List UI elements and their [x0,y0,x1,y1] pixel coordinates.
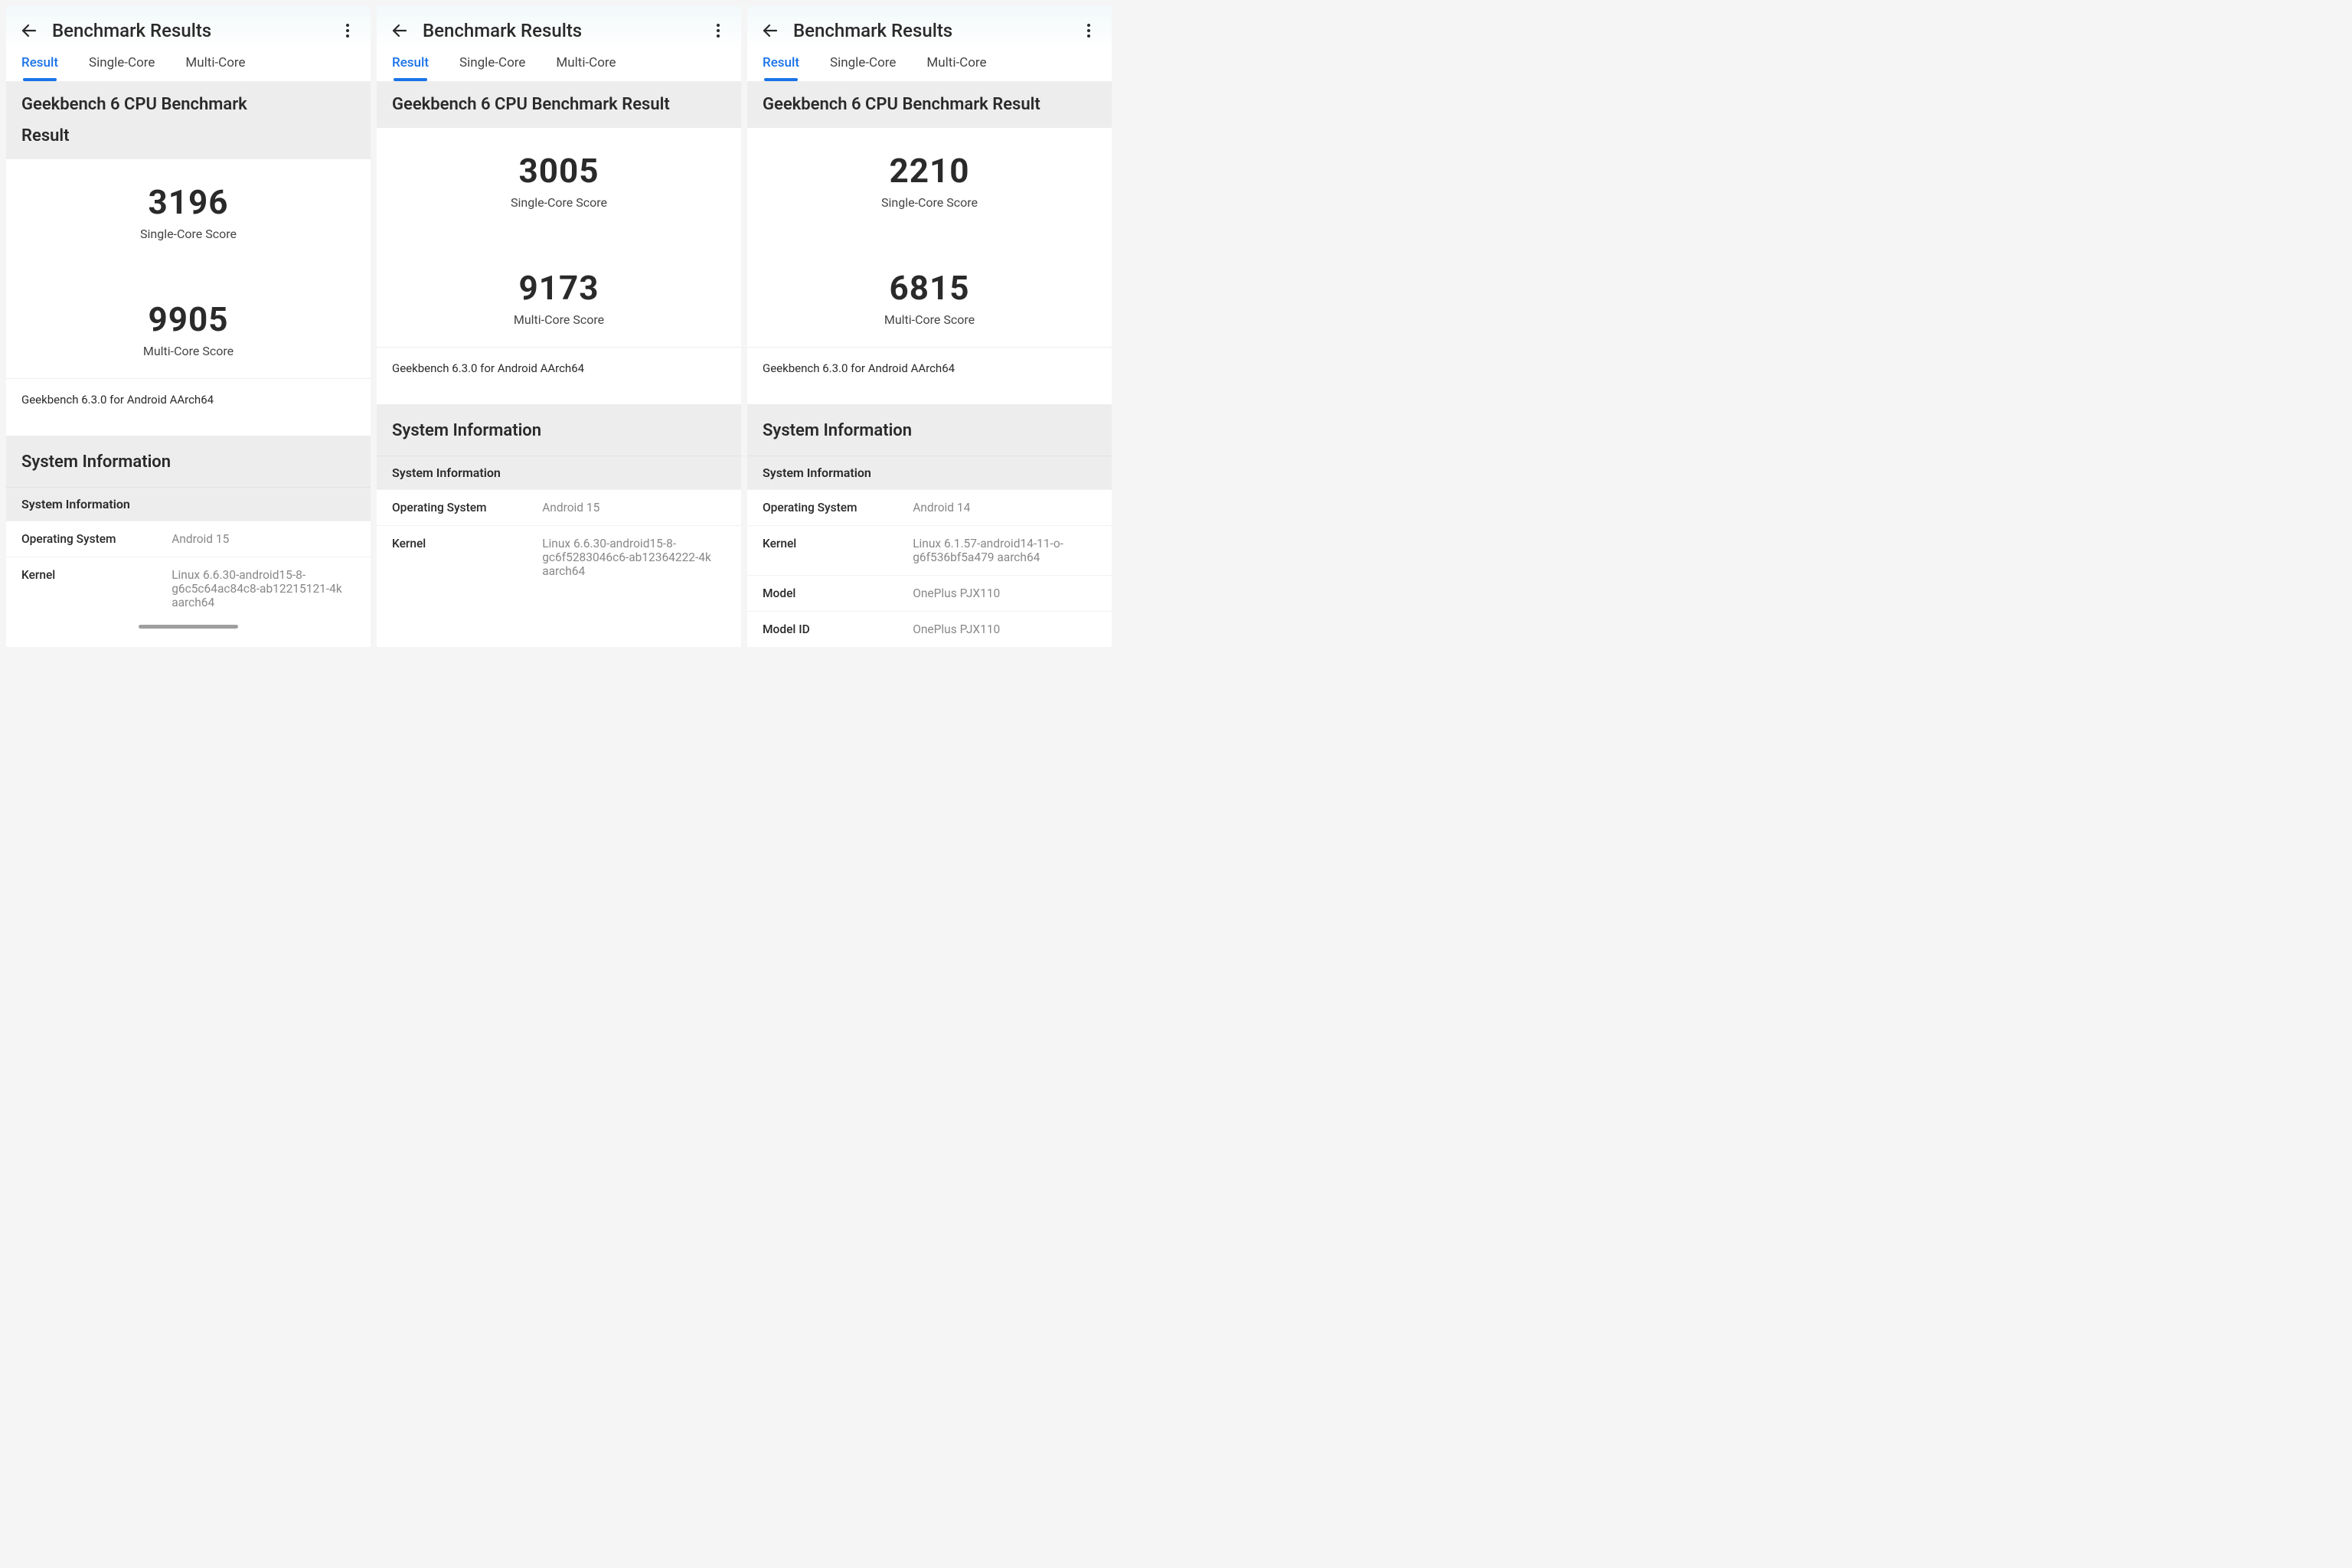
benchmark-title: Geekbench 6 CPU Benchmark Result [747,81,1112,128]
tab-result[interactable]: Result [21,55,58,81]
system-info-subheader: System Information [6,487,371,521]
more-options-icon[interactable] [709,21,727,40]
benchmark-panel: Benchmark Results Result Single-Core Mul… [6,6,371,647]
sys-key-kernel: Kernel [21,568,172,582]
sys-row-os: Operating System Android 15 [377,489,741,525]
back-arrow-icon[interactable] [761,21,779,40]
multi-core-score: 6815 [747,268,1112,308]
single-core-label: Single-Core Score [747,195,1112,210]
sys-row-model: Model OnePlus PJX110 [747,575,1112,611]
benchmark-title: Geekbench 6 CPU Benchmark Result [377,81,741,128]
version-text: Geekbench 6.3.0 for Android AArch64 [6,379,371,420]
sys-row-os: Operating System Android 14 [747,489,1112,525]
tab-bar: Result Single-Core Multi-Core [747,49,1112,81]
tab-multi-core[interactable]: Multi-Core [926,55,986,81]
app-header: Benchmark Results [747,6,1112,49]
single-core-block: 2210 Single-Core Score [747,128,1112,214]
multi-core-label: Multi-Core Score [377,312,741,327]
multi-core-score: 9173 [377,268,741,308]
multi-core-block: 9173 Multi-Core Score [377,245,741,332]
tab-multi-core[interactable]: Multi-Core [556,55,616,81]
multi-core-block: 9905 Multi-Core Score [6,276,371,363]
sys-val-model: OnePlus PJX110 [913,586,1096,600]
page-title: Benchmark Results [793,20,1080,41]
more-options-icon[interactable] [1080,21,1098,40]
sys-val-kernel: Linux 6.1.57-android14-11-o-g6f536bf5a47… [913,537,1096,564]
sys-key-model-id: Model ID [763,622,913,636]
single-core-label: Single-Core Score [377,195,741,210]
more-options-icon[interactable] [338,21,357,40]
sys-row-kernel: Kernel Linux 6.6.30-android15-8-gc6f5283… [377,525,741,589]
system-info-title: System Information [377,404,741,456]
benchmark-panel: Benchmark Results Result Single-Core Mul… [377,6,741,647]
system-info-title: System Information [6,436,371,487]
tab-result[interactable]: Result [763,55,799,81]
tab-single-core[interactable]: Single-Core [89,55,155,81]
benchmark-title-cont: Result [6,120,371,159]
benchmark-panel: Benchmark Results Result Single-Core Mul… [747,6,1112,647]
app-header: Benchmark Results [6,6,371,49]
sys-val-os: Android 14 [913,501,1096,514]
tab-single-core[interactable]: Single-Core [459,55,525,81]
multi-core-label: Multi-Core Score [747,312,1112,327]
single-core-score: 3196 [6,182,371,222]
multi-core-block: 6815 Multi-Core Score [747,245,1112,332]
multi-core-label: Multi-Core Score [6,344,371,358]
sys-row-model-id: Model ID OnePlus PJX110 [747,611,1112,647]
single-core-block: 3196 Single-Core Score [6,159,371,246]
single-core-score: 3005 [377,151,741,191]
tab-multi-core[interactable]: Multi-Core [185,55,245,81]
tab-bar: Result Single-Core Multi-Core [377,49,741,81]
sys-key-kernel: Kernel [392,537,542,550]
sys-val-kernel: Linux 6.6.30-android15-8-g6c5c64ac84c8-a… [172,568,355,609]
sys-val-os: Android 15 [542,501,726,514]
sys-val-kernel: Linux 6.6.30-android15-8-gc6f5283046c6-a… [542,537,726,578]
sys-key-os: Operating System [392,501,542,514]
benchmark-title: Geekbench 6 CPU Benchmark [6,81,371,120]
sys-val-os: Android 15 [172,532,355,546]
tab-result[interactable]: Result [392,55,429,81]
multi-core-score: 9905 [6,299,371,339]
version-text: Geekbench 6.3.0 for Android AArch64 [377,348,741,389]
sys-row-kernel: Kernel Linux 6.1.57-android14-11-o-g6f53… [747,525,1112,575]
tab-single-core[interactable]: Single-Core [830,55,896,81]
version-text: Geekbench 6.3.0 for Android AArch64 [747,348,1112,389]
sys-row-kernel: Kernel Linux 6.6.30-android15-8-g6c5c64a… [6,557,371,620]
sys-key-kernel: Kernel [763,537,913,550]
sys-val-model-id: OnePlus PJX110 [913,622,1096,636]
sys-key-os: Operating System [21,532,172,546]
back-arrow-icon[interactable] [390,21,409,40]
single-core-label: Single-Core Score [6,227,371,241]
sys-row-os: Operating System Android 15 [6,521,371,557]
sys-key-os: Operating System [763,501,913,514]
system-info-subheader: System Information [747,456,1112,489]
single-core-score: 2210 [747,151,1112,191]
gesture-handle [139,625,238,629]
page-title: Benchmark Results [52,20,338,41]
single-core-block: 3005 Single-Core Score [377,128,741,214]
back-arrow-icon[interactable] [20,21,38,40]
system-info-subheader: System Information [377,456,741,489]
tab-bar: Result Single-Core Multi-Core [6,49,371,81]
app-header: Benchmark Results [377,6,741,49]
sys-key-model: Model [763,586,913,600]
page-title: Benchmark Results [423,20,709,41]
system-info-title: System Information [747,404,1112,456]
